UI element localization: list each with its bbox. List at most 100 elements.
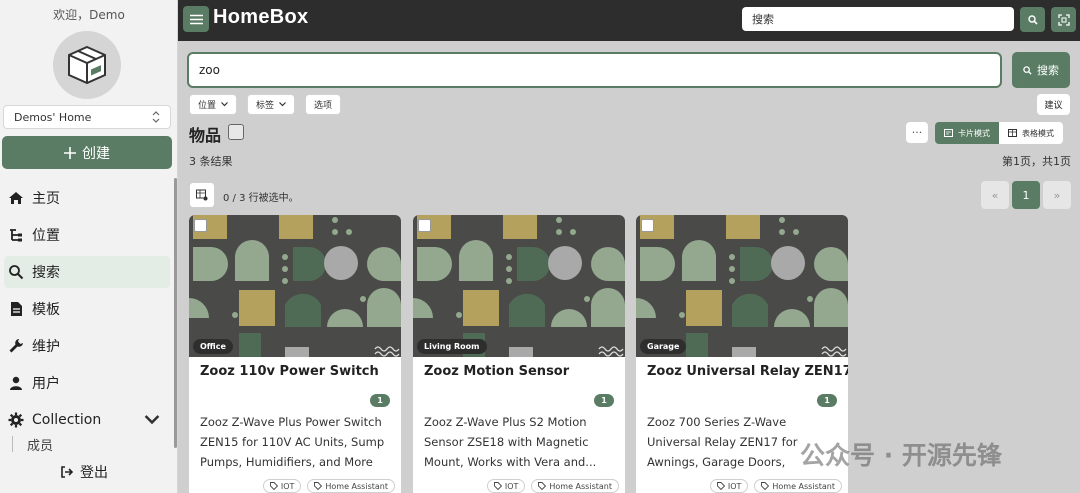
location-badge[interactable]: Office — [193, 339, 233, 354]
item-checkbox[interactable] — [641, 219, 654, 232]
card-view-button[interactable]: 卡片模式 — [935, 122, 999, 144]
item-card[interactable]: Office Zooz 110v Power Switch 1 Zooz Z-W… — [189, 215, 401, 493]
nav-label: 用户 — [32, 376, 60, 392]
tag-chip[interactable]: Home Assistant — [307, 479, 395, 493]
item-description: Zooz Z-Wave Plus Power Switch ZEN15 for … — [200, 415, 385, 469]
menu-button[interactable] — [183, 6, 209, 32]
suggest-button[interactable]: 建议 — [1037, 94, 1070, 115]
nav-item-templates[interactable]: 模板 — [4, 293, 170, 325]
filter-location-button[interactable]: 位置 — [189, 94, 238, 115]
nav-item-maintenance[interactable]: 维护 — [4, 330, 170, 362]
nav-item-users[interactable]: 用户 — [4, 367, 170, 399]
nav-label: Collection — [32, 412, 102, 428]
item-title[interactable]: Zooz Motion Sensor — [424, 364, 569, 379]
nav-item-search[interactable]: 搜索 — [4, 256, 170, 288]
filter-label: 位置 — [198, 101, 217, 111]
sidebar-scrollbar[interactable] — [174, 178, 177, 448]
nav-item-collection[interactable]: Collection — [4, 404, 170, 436]
quantity-badge: 1 — [817, 394, 837, 407]
chevron-down-icon — [221, 102, 228, 107]
logout-icon — [61, 466, 74, 478]
quantity-badge: 1 — [370, 394, 390, 407]
item-card[interactable]: Living Room Zooz Motion Sensor 1 Zooz Z-… — [413, 215, 625, 493]
next-page-button[interactable]: » — [1043, 181, 1071, 209]
item-description: Zooz Z-Wave Plus S2 Motion Sensor ZSE18 … — [424, 415, 597, 469]
search-input[interactable]: zoo — [187, 52, 1002, 88]
item-title[interactable]: Zooz 110v Power Switch — [200, 364, 379, 379]
nav-label: 搜索 — [32, 265, 60, 281]
more-options-button[interactable]: ··· — [906, 122, 928, 143]
nav-item-home[interactable]: 主页 — [4, 182, 170, 214]
template-icon — [11, 302, 22, 316]
nav-label: 位置 — [32, 228, 60, 244]
tag-label: Home Assistant — [325, 481, 388, 491]
top-search-input[interactable]: 搜索 — [742, 7, 1014, 31]
scan-button[interactable] — [1051, 7, 1076, 32]
sidebar: 欢迎，Demo Demos' Home 创建 主页 位置 搜索 模板 维护 用户… — [0, 0, 178, 493]
item-image-pattern — [189, 215, 401, 357]
watermark-text: 公众号 · 开源先锋 — [800, 441, 1002, 470]
tag-label: IOT — [504, 481, 519, 491]
location-tree-icon — [10, 229, 22, 242]
filter-tags-button[interactable]: 标签 — [247, 94, 296, 115]
card-icon — [944, 129, 953, 137]
item-checkbox[interactable] — [418, 219, 431, 232]
logout-button[interactable]: 登出 — [60, 462, 108, 482]
nav-label: 维护 — [32, 339, 60, 355]
greeting-text: 欢迎，Demo — [53, 8, 125, 22]
filter-label: 选项 — [314, 101, 333, 111]
nav-item-locations[interactable]: 位置 — [4, 219, 170, 251]
tag-chip[interactable]: IOT — [709, 479, 749, 493]
chevron-down-icon[interactable] — [144, 412, 160, 428]
page-button-1[interactable]: 1 — [1012, 181, 1040, 209]
quantity-badge: 1 — [594, 394, 614, 407]
tag-list: IOT Home Assistant — [413, 479, 619, 493]
avatar — [53, 31, 121, 99]
table-icon — [1008, 129, 1017, 137]
home-icon — [9, 192, 23, 204]
item-checkbox[interactable] — [194, 219, 207, 232]
tag-chip[interactable]: Home Assistant — [531, 479, 619, 493]
create-label: 创建 — [82, 145, 110, 162]
table-settings-icon — [196, 189, 208, 201]
tag-chip[interactable]: IOT — [486, 479, 526, 493]
location-badge[interactable]: Garage — [640, 339, 687, 354]
location-badge[interactable]: Living Room — [417, 339, 487, 354]
tag-label: Home Assistant — [772, 481, 835, 491]
gear-icon — [8, 412, 24, 428]
card-view-label: 卡片模式 — [958, 128, 990, 138]
select-all-checkbox[interactable] — [228, 124, 244, 140]
logout-label: 登出 — [80, 465, 108, 481]
search-icon — [1023, 65, 1032, 75]
sort-arrows-icon — [152, 111, 160, 123]
filter-options-button[interactable]: 选项 — [305, 94, 342, 115]
hamburger-icon — [189, 14, 203, 24]
page-info: 第1页，共1页 — [1002, 155, 1071, 168]
box-logo-icon — [68, 45, 106, 85]
sidebar-subitem-members[interactable]: 成员 — [12, 436, 53, 452]
item-title[interactable]: Zooz Universal Relay ZEN17 — [647, 364, 848, 379]
tag-chip[interactable]: Home Assistant — [754, 479, 842, 493]
table-view-label: 表格模式 — [1022, 128, 1054, 138]
user-icon — [10, 376, 22, 390]
home-select[interactable]: Demos' Home — [3, 105, 171, 129]
search-button[interactable]: 搜索 — [1012, 52, 1070, 88]
page-title: 物品 — [189, 126, 222, 145]
prev-page-button[interactable]: « — [981, 181, 1009, 209]
search-icon — [9, 265, 24, 280]
filter-label: 标签 — [256, 101, 275, 111]
view-toggle: 卡片模式 表格模式 — [935, 122, 1063, 144]
table-view-button[interactable]: 表格模式 — [999, 122, 1063, 144]
app-brand[interactable]: HomeBox — [213, 6, 308, 29]
nav-label: 主页 — [32, 191, 60, 207]
tag-label: IOT — [280, 481, 295, 491]
top-bar: HomeBox 搜索 — [178, 0, 1080, 41]
column-settings-button[interactable] — [189, 182, 215, 208]
top-search-button[interactable] — [1020, 7, 1045, 32]
tag-list: IOT Home Assistant — [636, 479, 842, 493]
tag-chip[interactable]: IOT — [262, 479, 302, 493]
tag-icon — [538, 482, 547, 490]
scan-icon — [1057, 13, 1070, 26]
search-icon — [1027, 14, 1038, 25]
create-button[interactable]: 创建 — [2, 136, 172, 169]
